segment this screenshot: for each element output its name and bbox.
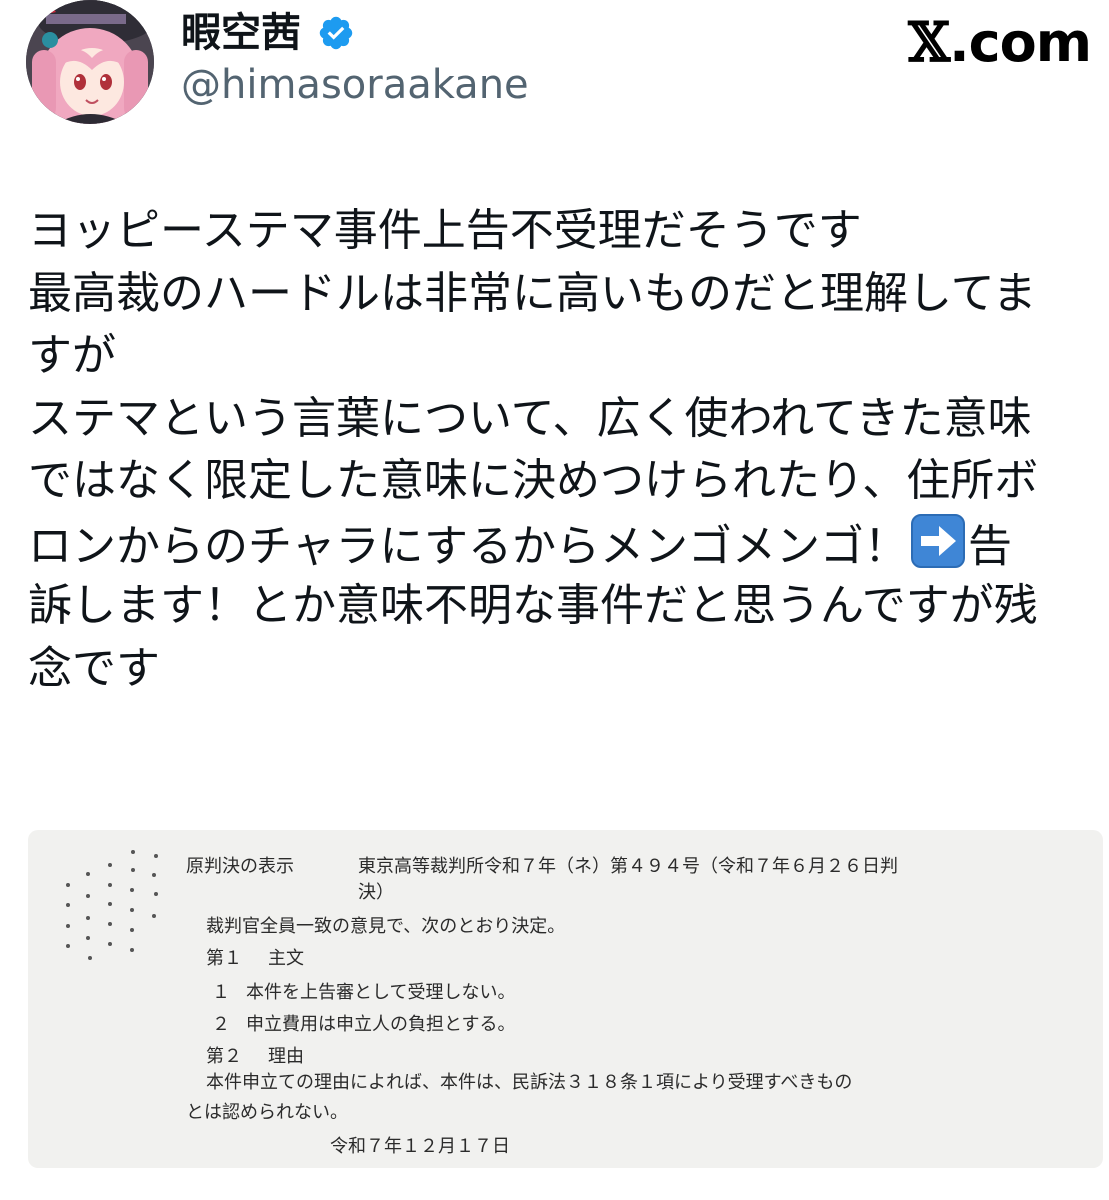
- attached-document-image[interactable]: 原判決の表示 東京高等裁判所令和７年（ネ）第４９４号（令和７年６月２６日判 決）…: [28, 830, 1103, 1168]
- doc-section-number: 第１: [206, 948, 242, 969]
- tweet-line: 念です: [28, 642, 160, 694]
- doc-line: 裁判官全員一致の意見で、次のとおり決定。: [206, 916, 566, 937]
- doc-item-number: ２: [212, 1014, 230, 1035]
- doc-item-text: 申立費用は申立人の負担とする。: [246, 1014, 516, 1035]
- tweet-line: すが: [28, 330, 116, 381]
- tweet-line: 訴します！とか意味不明な事件だと思うんですが残: [28, 580, 1038, 631]
- doc-date: 令和７年１２月１７日: [330, 1136, 510, 1157]
- tweet-line-segment: ロンからのチャラにするからメンゴメンゴ！: [28, 520, 908, 572]
- doc-section-number: 第２: [206, 1046, 242, 1067]
- brand-text: .com: [949, 11, 1092, 74]
- verified-badge-icon: [317, 14, 355, 52]
- avatar[interactable]: [26, 0, 154, 124]
- doc-label-original-judgment: 原判決の表示: [186, 856, 294, 877]
- tweet-line: ヨッピーステマ事件上告不受理だそうです: [28, 205, 862, 256]
- tweet-line-with-emoji: ロンからのチャラにするからメンゴメンゴ！ 告: [28, 513, 1103, 576]
- tweet-line-segment: 告: [968, 520, 1012, 572]
- doc-section-title: 主文: [268, 948, 304, 969]
- tweet-text: ヨッピーステマ事件上告不受理だそうです 最高裁のハードルは非常に高いものだと理解…: [28, 200, 1103, 700]
- x-logo-icon: 𝕏: [908, 10, 950, 74]
- doc-line: 決）: [358, 882, 394, 903]
- display-name[interactable]: 暇空茜: [181, 8, 301, 58]
- doc-line: 本件申立ての理由によれば、本件は、民訴法３１８条１項により受理すべきもの: [206, 1072, 853, 1093]
- doc-line: とは認められない。: [186, 1102, 348, 1123]
- punch-dots-decoration: [66, 850, 158, 960]
- x-com-logo: 𝕏.com: [908, 10, 1092, 75]
- doc-item-text: 本件を上告審として受理しない。: [246, 982, 516, 1003]
- doc-line: 東京高等裁判所令和７年（ネ）第４９４号（令和７年６月２６日判: [358, 856, 898, 877]
- doc-item-number: １: [212, 982, 230, 1003]
- user-handle[interactable]: @himasoraakane: [181, 60, 529, 110]
- tweet-line: ステマという言葉について、広く使われてきた意味: [28, 392, 1032, 444]
- tweet-line: ではなく限定した意味に決めつけられたり、住所ボ: [28, 455, 1039, 506]
- doc-section-title: 理由: [268, 1046, 304, 1067]
- right-arrow-emoji-icon: [910, 513, 966, 569]
- tweet-line: 最高裁のハードルは非常に高いものだと理解してま: [28, 267, 1037, 319]
